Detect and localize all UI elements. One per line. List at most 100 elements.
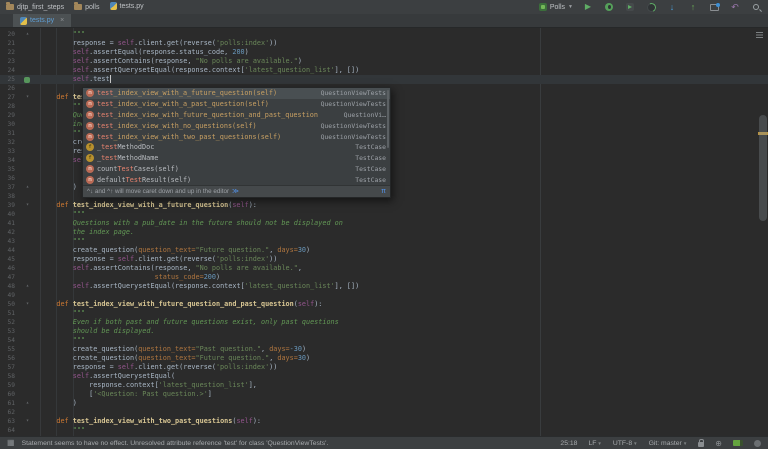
breadcrumb-item[interactable]: djtp_first_steps: [6, 4, 64, 11]
line-number[interactable]: 30: [0, 120, 15, 129]
fold-marker[interactable]: [15, 372, 40, 381]
code-line[interactable]: 40 """: [0, 210, 768, 219]
code-line[interactable]: 20▴ """: [0, 30, 768, 39]
fold-marker[interactable]: [15, 75, 40, 84]
line-number[interactable]: 60: [0, 390, 15, 399]
line-number[interactable]: 58: [0, 372, 15, 381]
line-number[interactable]: 41: [0, 219, 15, 228]
fold-marker[interactable]: [15, 84, 40, 93]
line-number[interactable]: 29: [0, 111, 15, 120]
line-number[interactable]: 63: [0, 417, 15, 426]
fold-marker[interactable]: [15, 57, 40, 66]
fold-marker[interactable]: [15, 66, 40, 75]
debug-button[interactable]: [603, 1, 615, 13]
vcs-update-button[interactable]: ↓: [666, 1, 678, 13]
run-button[interactable]: ▶: [582, 1, 594, 13]
code-line[interactable]: 56 create_question(question_text="Future…: [0, 354, 768, 363]
encoding-select[interactable]: UTF-8▼: [613, 440, 638, 447]
code-line[interactable]: 62: [0, 408, 768, 417]
line-number[interactable]: 46: [0, 264, 15, 273]
fold-marker[interactable]: [15, 291, 40, 300]
line-number[interactable]: 23: [0, 57, 15, 66]
rollback-button[interactable]: ↶: [729, 1, 741, 13]
fold-marker[interactable]: ▴: [15, 30, 40, 39]
fold-marker[interactable]: [15, 390, 40, 399]
code-line[interactable]: 55 create_question(question_text="Past q…: [0, 345, 768, 354]
code-line[interactable]: 61▴ ): [0, 399, 768, 408]
line-number[interactable]: 64: [0, 426, 15, 435]
line-number[interactable]: 33: [0, 147, 15, 156]
fold-marker[interactable]: [15, 327, 40, 336]
completion-item[interactable]: mcountTestCases(self)TestCase: [83, 164, 390, 175]
vcs-branch-select[interactable]: Git: master▼: [649, 440, 688, 447]
line-number[interactable]: 44: [0, 246, 15, 255]
line-number[interactable]: 21: [0, 39, 15, 48]
fold-marker[interactable]: [15, 381, 40, 390]
line-number[interactable]: 53: [0, 327, 15, 336]
code-line[interactable]: 43 """: [0, 237, 768, 246]
completion-item[interactable]: mtest_index_view_with_future_question_an…: [83, 110, 390, 121]
code-line[interactable]: 57 response = self.client.get(reverse('p…: [0, 363, 768, 372]
code-line[interactable]: 50▾ def test_index_view_with_future_ques…: [0, 300, 768, 309]
code-line[interactable]: 64 """: [0, 426, 768, 435]
code-line[interactable]: 23 self.assertContains(response, "No pol…: [0, 57, 768, 66]
line-number[interactable]: 22: [0, 48, 15, 57]
code-line[interactable]: 53 should be displayed.: [0, 327, 768, 336]
line-number[interactable]: 37: [0, 183, 15, 192]
fold-marker[interactable]: [15, 219, 40, 228]
inspector-icon[interactable]: [754, 440, 761, 447]
code-line[interactable]: 41 Questions with a pub_date in the futu…: [0, 219, 768, 228]
code-line[interactable]: 25 self.test: [0, 75, 768, 84]
fold-marker[interactable]: ▾: [15, 93, 40, 102]
line-number[interactable]: 62: [0, 408, 15, 417]
code-line[interactable]: 24 self.assertQuerysetEqual(response.con…: [0, 66, 768, 75]
line-number[interactable]: 59: [0, 381, 15, 390]
vcs-commit-button[interactable]: ↑: [687, 1, 699, 13]
code-line[interactable]: 49: [0, 291, 768, 300]
code-line[interactable]: 58 self.assertQuerysetEqual(: [0, 372, 768, 381]
line-number[interactable]: 42: [0, 228, 15, 237]
fold-marker[interactable]: [15, 147, 40, 156]
run-configuration-select[interactable]: Polls ▼: [539, 3, 573, 11]
line-number[interactable]: 40: [0, 210, 15, 219]
line-number[interactable]: 31: [0, 129, 15, 138]
line-number[interactable]: 38: [0, 192, 15, 201]
completion-item[interactable]: mtest_index_view_with_a_future_question(…: [83, 88, 390, 99]
line-number[interactable]: 61: [0, 399, 15, 408]
fold-marker[interactable]: [15, 210, 40, 219]
line-number[interactable]: 35: [0, 165, 15, 174]
line-number[interactable]: 49: [0, 291, 15, 300]
line-ending-select[interactable]: LF▼: [588, 440, 601, 447]
lock-icon[interactable]: [698, 442, 704, 447]
fold-marker[interactable]: [15, 264, 40, 273]
code-line[interactable]: 54 """: [0, 336, 768, 345]
completion-item[interactable]: mdefaultTestResult(self)TestCase: [83, 174, 390, 185]
line-number[interactable]: 20: [0, 30, 15, 39]
highlighting-level-icon[interactable]: ⊕: [715, 439, 722, 448]
code-line[interactable]: 60 ['<Question: Past question.>']: [0, 390, 768, 399]
search-everywhere-button[interactable]: [750, 1, 762, 13]
line-number[interactable]: 28: [0, 102, 15, 111]
run-gutter-icon[interactable]: [24, 77, 30, 83]
code-line[interactable]: 48▴ self.assertQuerysetEqual(response.co…: [0, 282, 768, 291]
code-line[interactable]: 45 response = self.client.get(reverse('p…: [0, 255, 768, 264]
line-number[interactable]: 27: [0, 93, 15, 102]
coverage-button[interactable]: [624, 1, 636, 13]
code-line[interactable]: 59 response.context['latest_question_lis…: [0, 381, 768, 390]
tool-window-toggle-icon[interactable]: ▦: [7, 438, 15, 448]
completion-item[interactable]: f_testMethodNameTestCase: [83, 153, 390, 164]
fold-marker[interactable]: ▴: [15, 183, 40, 192]
fold-marker[interactable]: [15, 408, 40, 417]
memory-indicator[interactable]: [733, 440, 743, 446]
fold-marker[interactable]: [15, 138, 40, 147]
fold-marker[interactable]: [15, 309, 40, 318]
line-number[interactable]: 48: [0, 282, 15, 291]
code-line[interactable]: 46 self.assertContains(response, "No pol…: [0, 264, 768, 273]
fold-marker[interactable]: [15, 156, 40, 165]
close-icon[interactable]: ×: [60, 17, 64, 24]
hint-more-link[interactable]: ≫: [232, 188, 239, 195]
fold-marker[interactable]: [15, 120, 40, 129]
fold-marker[interactable]: [15, 426, 40, 435]
breadcrumb-item[interactable]: tests.py: [110, 2, 144, 10]
fold-marker[interactable]: [15, 363, 40, 372]
